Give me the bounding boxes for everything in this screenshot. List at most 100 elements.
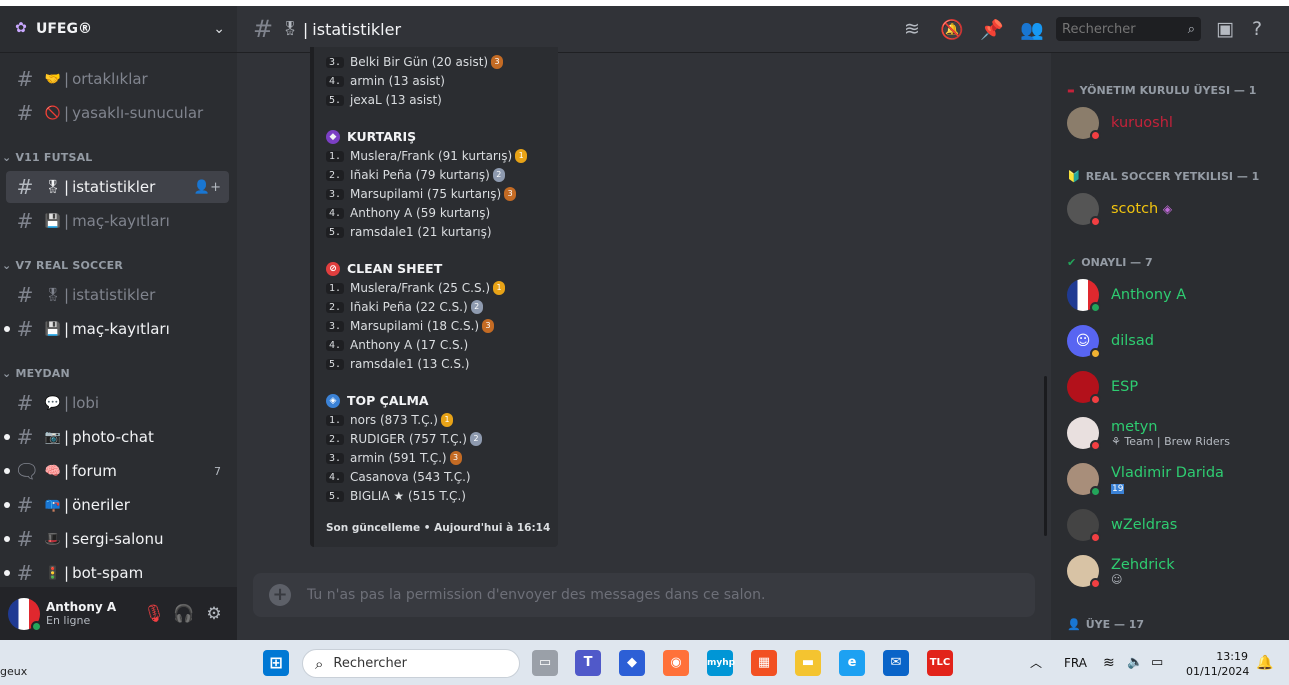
member-item[interactable]: Zehdrick ☺ [1067,551,1277,591]
bell-muted-icon[interactable]: 🔕 [932,18,972,41]
member-item[interactable]: scotch ◈ [1067,189,1277,229]
top-calma-heading: ◈ TOP ÇALMA [326,393,429,408]
battery-icon[interactable]: ▭ [1151,640,1163,685]
myhp-icon[interactable]: myhp [707,650,735,676]
member-name: wZeldras [1111,517,1178,533]
channel-label: maç-kayıtları [72,320,170,338]
channel-ortakliklar[interactable]: # 🤝 | ortaklıklar [6,63,229,95]
notification-bell-icon[interactable]: 🔔 [1256,640,1273,685]
chevron-down-icon[interactable]: ⌄ [213,21,225,37]
folder-icon[interactable]: ▬ [795,650,821,676]
search-input[interactable] [1062,21,1188,37]
member-list: ▬ YÖNETIM KURULU ÜYESI — 1 kuruoshl 🔰 REAL… [1051,53,1289,640]
members-icon[interactable]: 👥 [1012,18,1052,41]
embed-footer: Son güncelleme • Aujourd'hui à 16:14 [326,522,551,534]
member-item[interactable]: wZeldras [1067,505,1277,545]
gear-icon[interactable]: ⚙ [199,604,229,624]
kurtaris-line: 2. Iñaki Peña (79 kurtarış) 2 [326,168,505,182]
tray-chevron-icon[interactable]: ︿ [1030,640,1042,685]
search-box[interactable]: ⌕ [1056,17,1201,41]
windows-start-icon[interactable]: ⊞ [263,650,289,676]
unread-dot [4,570,10,576]
task-view-icon[interactable]: ▭ [532,650,558,676]
channel-yasakli-sunucular[interactable]: # 🚫 | yasaklı-sunucular [6,97,229,129]
top-calma-line: 5. BIGLIA ★ (515 T.Ç.) [326,489,466,503]
online-status-icon [1090,302,1101,313]
volume-icon[interactable]: 🔈 [1127,640,1143,685]
channel-sidebar: ✿ UFEG® ⌄ # 🤝 | ortaklıklar # 🚫 | yasaklı-… [0,6,237,640]
channel-label: istatistikler [72,286,156,304]
category-meydan[interactable]: ⌄ MEYDAN [2,367,70,380]
kurtaris-line: 3. Marsupilami (75 kurtarış) 3 [326,187,517,201]
tlc-icon[interactable]: TLC [927,650,953,676]
unread-dot [4,502,10,508]
channel-mac-kayitlari-real[interactable]: # 💾 | maç-kayıtları [4,313,229,345]
channel-mac-kayitlari-futsal[interactable]: # 💾 | maç-kayıtları [6,205,229,237]
avatar [1067,371,1101,405]
member-item[interactable]: ☺ dilsad [1067,321,1277,361]
hash-icon: # [16,209,34,233]
assist-line: 5. jexaL (13 asist) [326,93,442,107]
teams-icon[interactable]: T [575,650,601,676]
username[interactable]: Anthony A [46,600,139,614]
channel-sergi-salonu[interactable]: # 🎩 | sergi-salonu [4,523,229,555]
discord-icon: ☺ [1067,325,1101,359]
member-activity: 19 [1111,481,1224,494]
channel-lobi[interactable]: # 💬 | lobi [6,387,229,419]
avatar [1067,279,1101,313]
member-item[interactable]: kuruoshl [1067,103,1277,143]
clock[interactable]: 13:19 01/11/2024 [1186,649,1249,679]
help-icon[interactable]: ? [1241,18,1273,40]
mic-muted-icon[interactable]: 🎙 [139,604,169,624]
inbox-icon[interactable]: ▣ [1209,18,1241,40]
message-composer: + Tu n'as pas la permission d'envoyer de… [253,573,1035,617]
avatar[interactable] [8,597,42,632]
server-icon: ✿ [15,20,27,36]
copilot-icon[interactable]: ◆ [619,650,645,676]
silver-medal-icon: 2 [469,432,482,446]
online-status-icon [1090,486,1101,497]
scrollbar[interactable] [1044,376,1047,536]
channel-oneriler[interactable]: # 📪 | öneriler [4,489,229,521]
category-v11-futsal[interactable]: ⌄ V11 FUTSAL [2,151,93,164]
mail-icon[interactable]: ✉ [883,650,909,676]
firefox-icon[interactable]: ◉ [663,650,689,676]
member-item[interactable]: ESP [1067,367,1277,407]
headphones-icon[interactable]: 🎧 [169,604,199,624]
channel-bot-spam[interactable]: # 🚦 | bot-spam [4,557,229,589]
search-icon: ⌕ [1187,21,1195,37]
camera-icon: 📷 [44,429,62,445]
channel-label: forum [72,462,117,480]
category-v7-real-soccer[interactable]: ⌄ V7 REAL SOCCER [2,259,123,272]
unread-dot [4,434,10,440]
taskbar-search[interactable]: ⌕ Rechercher [302,649,520,678]
forum-icon: 🗨 [14,459,40,483]
member-item[interactable]: metyn ⚘ Team | Brew Riders [1067,413,1277,453]
game-icon: ⚘ [1111,434,1125,448]
server-header[interactable]: ✿ UFEG® ⌄ [0,6,237,53]
no-entry-icon: ⊘ [326,261,340,276]
store-icon[interactable]: ▦ [751,650,777,676]
clean-sheet-line: 2. Iñaki Peña (22 C.S.) 2 [326,300,483,314]
pin-icon[interactable]: 📌 [972,18,1012,41]
floppy-icon: 💾 [44,321,62,337]
user-panel: Anthony A En ligne 🎙 🎧 ⚙ [0,587,237,640]
bronze-medal-icon: 3 [449,451,462,465]
member-item[interactable]: Vladimir Darida 19 [1067,459,1277,499]
taskbar-left-label: geux [0,665,28,678]
channel-istatistikler-real[interactable]: # 🎖 | istatistikler [6,279,229,311]
channel-istatistikler-futsal[interactable]: # 🎖 | istatistikler 👤+ [6,171,229,203]
discord-window: ✿ UFEG® ⌄ # 🤝 | ortaklıklar # 🚫 | yasaklı-… [0,6,1289,640]
category-label: V7 REAL SOCCER [15,259,123,272]
threads-icon[interactable]: ≋ [892,18,932,40]
wifi-icon[interactable]: ≋ [1103,640,1115,685]
edge-icon[interactable]: e [839,650,865,676]
add-member-icon[interactable]: 👤+ [194,180,221,195]
channel-photo-chat[interactable]: # 📷 | photo-chat [4,421,229,453]
channel-forum[interactable]: 🗨 🧠 | forum 7 [4,455,229,487]
dnd-status-icon [1090,216,1101,227]
dnd-status-icon [1090,130,1101,141]
chevron-down-icon: ⌄ [2,259,16,272]
language-indicator[interactable]: FRA [1064,640,1087,685]
member-item[interactable]: Anthony A [1067,275,1277,315]
